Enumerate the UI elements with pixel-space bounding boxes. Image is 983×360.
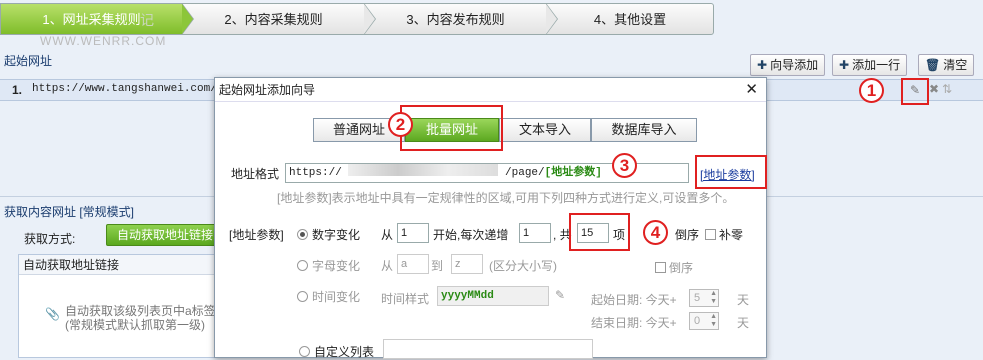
panel-title: 自动获取地址链接: [19, 255, 227, 275]
method-label: 获取方式:: [24, 232, 76, 246]
move-arrows-icon[interactable]: ⇅: [942, 82, 952, 96]
checkbox-icon: [705, 229, 716, 240]
custom-list-label: 自定义列表: [314, 345, 375, 359]
panel-text-2: (常规模式默认抓取第一级): [65, 318, 205, 332]
case-note: (区分大小写): [489, 259, 557, 273]
letter-from-input[interactable]: a: [397, 254, 429, 274]
format-value-b: /page/: [505, 167, 545, 179]
step-other-settings[interactable]: 4、其他设置: [546, 3, 714, 35]
end-date-value: 0: [694, 315, 701, 327]
section-title-start-url: 起始网址: [4, 54, 53, 68]
trash-icon: 🗑: [925, 58, 941, 72]
auto-link-panel: 自动获取地址链接 📎 自动获取该级列表页中a标签 (常规模式默认抓取第一级): [18, 254, 228, 358]
wizard-add-label: 向导添加: [770, 58, 819, 72]
marker-4: 4: [643, 220, 668, 245]
radio-icon: [297, 229, 308, 240]
wizard-add-button[interactable]: ✚ 向导添加: [750, 54, 826, 76]
step-url-rules[interactable]: 1、网址采集规则: [0, 3, 194, 35]
row-url: https://www.tangshanwei.com/yu: [32, 83, 231, 95]
highlight-box: [400, 105, 503, 151]
watermark: WWW.WENRR.COM: [40, 34, 167, 48]
step-label: 3、内容发布规则: [406, 12, 505, 27]
blurred-domain: [348, 164, 499, 176]
radio-icon: [299, 346, 310, 357]
clear-button[interactable]: 🗑 清空: [918, 54, 975, 76]
letter-radio[interactable]: 字母变化: [297, 257, 360, 274]
start-input[interactable]: 1: [397, 223, 429, 243]
step-publish-rules[interactable]: 3、内容发布规则: [364, 3, 558, 35]
plus-icon: ✚: [757, 58, 768, 72]
row-number: 1.: [12, 83, 23, 97]
tab-text-import[interactable]: 文本导入: [499, 118, 591, 142]
highlight-box: [695, 155, 767, 189]
time-style-input[interactable]: yyyyMMdd: [437, 286, 549, 306]
param-hint: [地址参数]表示地址中具有一定规律性的区域,可用下列四种方式进行定义,可设置多个…: [277, 191, 735, 205]
time-radio[interactable]: 时间变化: [297, 288, 360, 305]
delete-icon[interactable]: ✖: [929, 82, 939, 96]
from-label: 从: [381, 228, 394, 242]
pad-zero-checkbox[interactable]: 补零: [705, 226, 743, 243]
from-label: 从: [381, 259, 394, 273]
pencil-icon[interactable]: ✎: [555, 288, 565, 302]
format-value-param: [地址参数]: [544, 167, 602, 179]
letter-to-input[interactable]: z: [451, 254, 483, 274]
add-row-button[interactable]: ✚ 添加一行: [832, 54, 908, 76]
spinner-arrows-icon: ▲ ▼: [710, 313, 717, 328]
dialog-title: 起始网址添加向导: [219, 83, 316, 97]
section-title-content-url: 获取内容网址 [常规模式]: [4, 205, 135, 219]
marker-2: 2: [388, 112, 413, 137]
letter-label: 字母变化: [312, 259, 361, 273]
radio-icon: [297, 260, 308, 271]
watermark-char: 记: [140, 12, 154, 28]
start-text: 开始,每次递增: [433, 228, 509, 242]
highlight-box: [901, 78, 929, 105]
step-content-rules[interactable]: 2、内容采集规则: [182, 3, 376, 35]
format-value-a: https://: [289, 167, 342, 179]
reverse2-label: 倒序: [669, 261, 694, 275]
reverse2-checkbox[interactable]: 倒序: [655, 259, 693, 276]
paperclip-icon: 📎: [45, 307, 60, 321]
step-label: 1、网址采集规则: [42, 12, 141, 27]
step-input[interactable]: 1: [519, 223, 551, 243]
plus-icon: ✚: [839, 58, 850, 72]
add-row-label: 添加一行: [852, 58, 901, 72]
radio-icon: [297, 291, 308, 302]
start-date-value: 5: [694, 292, 701, 304]
reverse-label[interactable]: 倒序: [675, 226, 699, 243]
day-label: 天: [737, 316, 750, 330]
tab-db-import[interactable]: 数据库导入: [591, 118, 697, 142]
pad-label: 补零: [719, 228, 744, 242]
spinner-arrows-icon: ▲ ▼: [710, 290, 717, 305]
checkbox-icon: [655, 262, 666, 273]
day-label: 天: [737, 293, 750, 307]
step-label: 2、内容采集规则: [224, 12, 323, 27]
param-label: [地址参数]: [229, 228, 284, 242]
time-style-label: 时间样式: [381, 292, 430, 306]
marker-3: 3: [612, 153, 637, 178]
wizard-steps: 1、网址采集规则 2、内容采集规则 3、内容发布规则 4、其他设置: [0, 3, 714, 37]
step-label: 4、其他设置: [593, 12, 667, 27]
marker-1: 1: [859, 78, 884, 103]
start-date-label: 起始日期: 今天+: [591, 293, 677, 307]
close-icon[interactable]: ✕: [745, 80, 758, 98]
number-label: 数字变化: [312, 228, 361, 242]
end-date-spinner[interactable]: 0 ▲ ▼: [689, 312, 719, 330]
number-radio[interactable]: 数字变化: [297, 226, 360, 243]
highlight-box: [569, 213, 630, 251]
custom-list-radio[interactable]: 自定义列表: [299, 343, 374, 360]
dialog-titlebar: 起始网址添加向导: [215, 78, 766, 102]
start-date-spinner[interactable]: 5 ▲ ▼: [689, 289, 719, 307]
clear-label: 清空: [943, 58, 968, 72]
auto-link-button[interactable]: 自动获取地址链接: [106, 224, 225, 246]
custom-list-input[interactable]: [383, 339, 593, 359]
time-label: 时间变化: [312, 290, 361, 304]
to-label: 到: [431, 259, 444, 273]
format-label: 地址格式: [231, 167, 280, 181]
end-date-label: 结束日期: 今天+: [591, 316, 677, 330]
start-url-wizard-dialog: 起始网址添加向导 ✕ 普通网址 批量网址 文本导入 数据库导入 2 地址格式 h…: [214, 77, 767, 360]
